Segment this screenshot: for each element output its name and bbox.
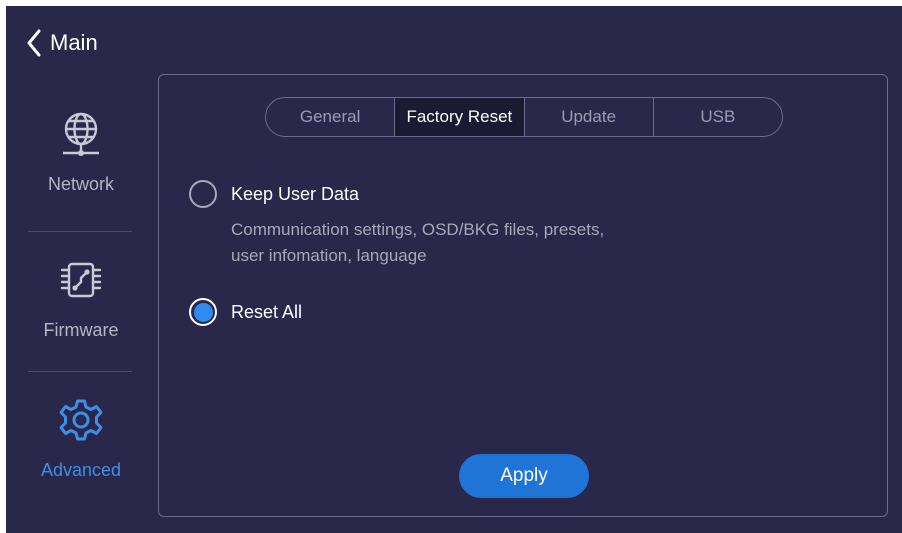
reset-all-radio[interactable] — [189, 298, 217, 326]
header-title: Main — [50, 30, 98, 55]
gear-icon — [57, 396, 105, 444]
sidebar: Network Firmware Advanced — [6, 88, 156, 528]
radio-selected-dot — [193, 302, 213, 322]
tab-update[interactable]: Update — [523, 98, 653, 136]
sidebar-item-advanced[interactable]: Advanced — [6, 374, 156, 504]
sidebar-divider — [28, 371, 132, 372]
keep-user-data-radio[interactable] — [189, 180, 217, 208]
description-line: user infomation, language — [231, 246, 427, 265]
sidebar-item-label: Network — [47, 174, 114, 194]
settings-panel: General Factory Reset Update USB Keep Us… — [158, 74, 888, 517]
keep-user-data-description: Communication settings, OSD/BKG files, p… — [231, 217, 701, 269]
keep-user-data-label: Keep User Data — [231, 183, 360, 204]
sidebar-item-network[interactable]: Network — [6, 88, 156, 218]
chip-icon — [57, 256, 105, 304]
back-button[interactable]: Main — [26, 28, 98, 58]
description-line: Communication settings, OSD/BKG files, p… — [231, 220, 605, 239]
reset-all-option[interactable]: Reset All — [189, 298, 302, 326]
keep-user-data-option[interactable]: Keep User Data — [189, 180, 359, 208]
sidebar-item-firmware[interactable]: Firmware — [6, 234, 156, 364]
tab-bar: General Factory Reset Update USB — [265, 97, 783, 137]
sidebar-divider — [28, 231, 132, 232]
tab-usb[interactable]: USB — [652, 98, 782, 136]
chevron-left-icon — [26, 28, 42, 58]
globe-network-icon — [57, 110, 105, 158]
app-screen: Main Network Firmware Advanced General F… — [6, 6, 902, 533]
apply-button[interactable]: Apply — [459, 454, 589, 498]
sidebar-item-label: Firmware — [43, 320, 119, 340]
tab-general[interactable]: General — [266, 98, 394, 136]
sidebar-item-label: Advanced — [40, 460, 122, 480]
reset-all-label: Reset All — [231, 301, 303, 322]
tab-factory-reset[interactable]: Factory Reset — [394, 98, 524, 136]
